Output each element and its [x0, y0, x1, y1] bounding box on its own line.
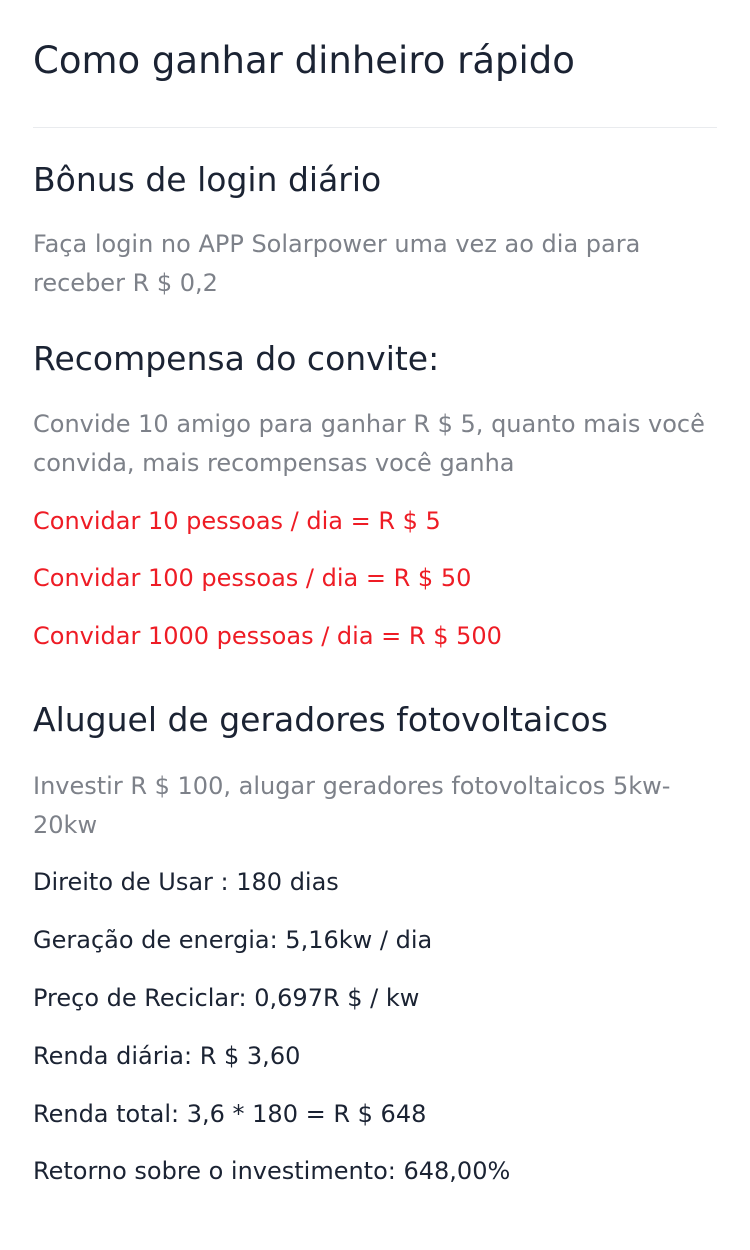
invite-tier-1000: Convidar 1000 pessoas / dia = R $ 500 — [33, 622, 502, 650]
invite-reward-description: Convide 10 amigo para ganhar R $ 5, quan… — [33, 410, 705, 477]
login-bonus-title: Bônus de login diário — [33, 160, 382, 199]
detail-energy-generation: Geração de energia: 5,16kw / dia — [33, 926, 433, 954]
login-bonus-description: Faça login no APP Solarpower uma vez ao … — [33, 230, 641, 297]
detail-usage-right: Direito de Usar : 180 dias — [33, 868, 339, 896]
generator-rental-description: Investir R $ 100, alugar geradores fotov… — [33, 772, 671, 839]
invite-tier-100: Convidar 100 pessoas / dia = R $ 50 — [33, 564, 472, 592]
invite-reward-title: Recompensa do convite: — [33, 339, 440, 378]
page: Como ganhar dinheiro rápido Bônus de log… — [0, 0, 750, 1250]
generator-rental-title: Aluguel de geradores fotovoltaicos — [33, 700, 608, 739]
page-title: Como ganhar dinheiro rápido — [33, 39, 575, 82]
detail-recycle-price: Preço de Reciclar: 0,697R $ / kw — [33, 984, 420, 1012]
detail-roi: Retorno sobre o investimento: 648,00% — [33, 1157, 511, 1185]
detail-total-income: Renda total: 3,6 * 180 = R $ 648 — [33, 1100, 427, 1128]
detail-daily-income: Renda diária: R $ 3,60 — [33, 1042, 301, 1070]
invite-tier-10: Convidar 10 pessoas / dia = R $ 5 — [33, 507, 441, 535]
divider — [33, 127, 717, 128]
